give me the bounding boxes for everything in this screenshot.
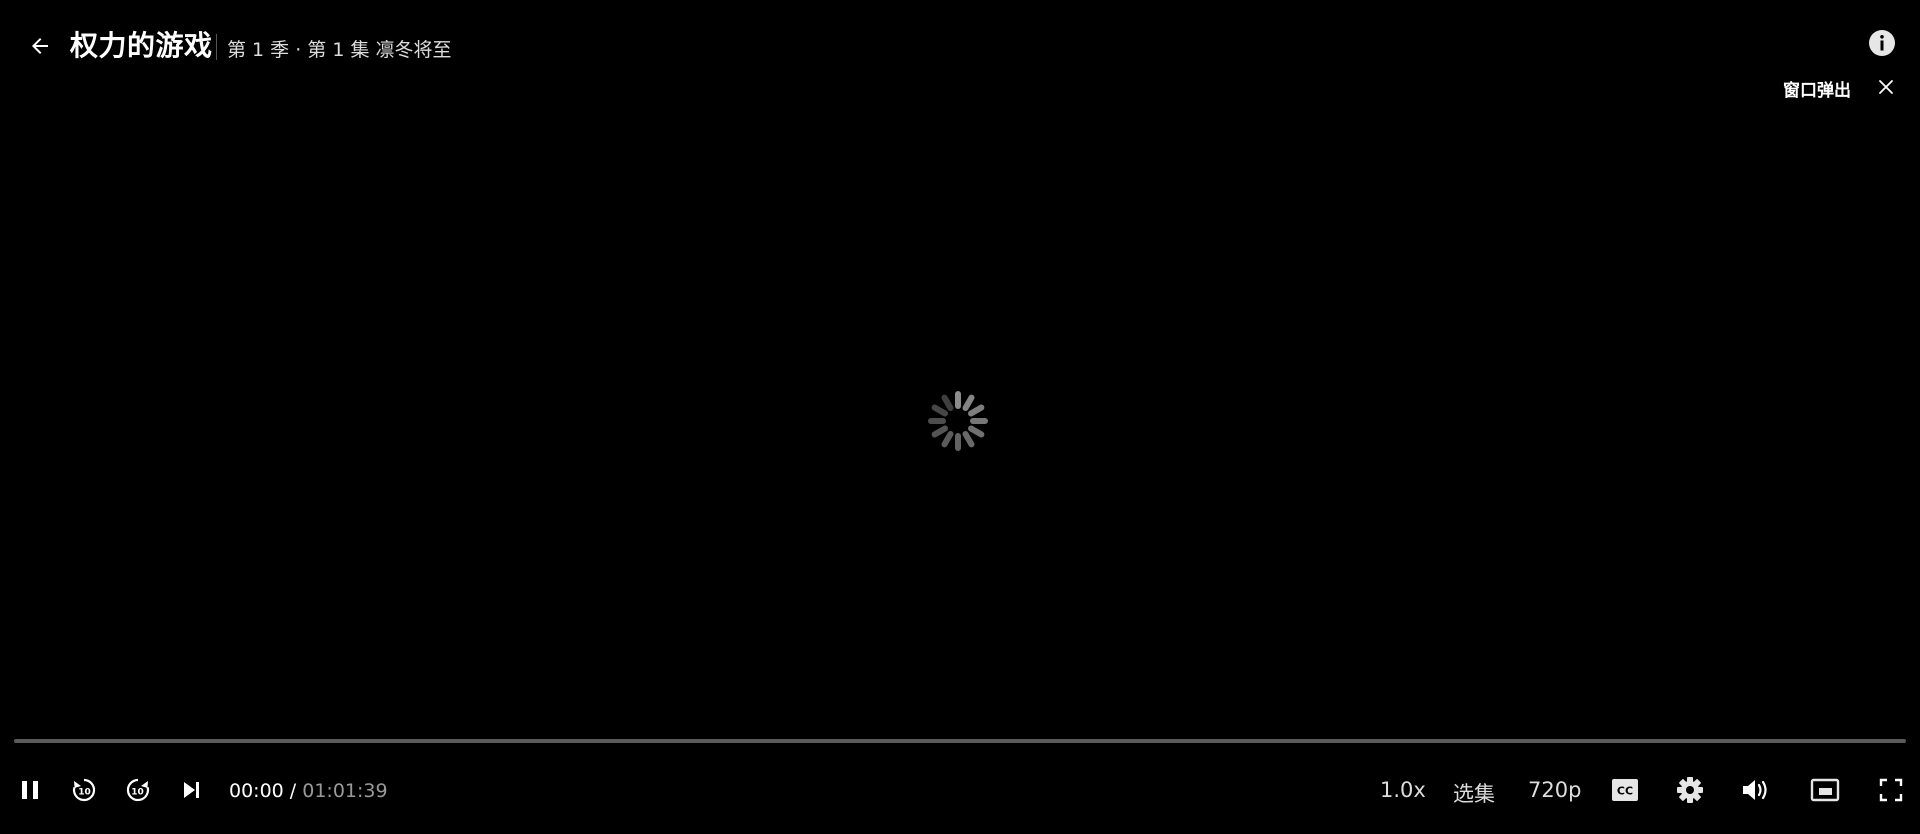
spinner-spoke <box>941 430 954 448</box>
svg-text:10: 10 <box>78 788 91 798</box>
page-title: 权力的游戏 <box>70 29 213 62</box>
speed-button[interactable]: 1.0x <box>1380 778 1426 802</box>
spinner-spoke <box>962 430 975 448</box>
gear-icon <box>1677 777 1703 803</box>
miniplayer-icon <box>1810 778 1840 802</box>
fullscreen-button[interactable] <box>1876 770 1906 810</box>
next-episode-button[interactable] <box>176 770 206 810</box>
pause-button[interactable] <box>14 770 46 810</box>
spinner-spoke <box>962 394 975 412</box>
progress-bar[interactable] <box>14 739 1906 743</box>
video-player[interactable]: 权力的游戏 第 1 季 · 第 1 集 凛冬将至 窗口弹出 10 10 00:0… <box>0 0 1920 834</box>
current-time: 00:00 <box>229 780 284 802</box>
back-button[interactable] <box>22 28 58 64</box>
close-button[interactable] <box>1876 77 1896 97</box>
episode-subtitle: 第 1 季 · 第 1 集 凛冬将至 <box>227 39 452 61</box>
volume-icon <box>1743 780 1767 800</box>
arrow-left-icon <box>32 38 48 54</box>
subtitles-button[interactable]: CC <box>1610 770 1640 810</box>
popout-button[interactable]: 窗口弹出 <box>1783 76 1851 101</box>
pause-icon <box>22 781 38 799</box>
fullscreen-icon <box>1879 778 1903 802</box>
settings-button[interactable] <box>1675 770 1705 810</box>
rewind-10-icon: 10 <box>72 778 96 802</box>
svg-text:CC: CC <box>1617 785 1633 798</box>
forward-10-button[interactable]: 10 <box>122 770 154 810</box>
spinner-spoke <box>931 404 949 417</box>
svg-text:10: 10 <box>131 788 144 798</box>
forward-10-icon: 10 <box>126 778 150 802</box>
next-episode-icon <box>184 782 199 798</box>
spinner-spoke <box>967 404 985 417</box>
close-icon <box>1879 80 1893 94</box>
title-divider <box>216 34 217 60</box>
volume-button[interactable] <box>1740 770 1772 810</box>
miniplayer-button[interactable] <box>1809 770 1841 810</box>
top-bar: 权力的游戏 第 1 季 · 第 1 集 凛冬将至 窗口弹出 <box>0 0 1920 101</box>
spinner-spoke <box>931 425 949 438</box>
loading-spinner-icon <box>928 391 988 451</box>
control-bar: 10 10 00:00 / 01:01:39 1.0x 选集 720p CC <box>0 770 1920 810</box>
quality-button[interactable]: 720p <box>1528 778 1581 802</box>
cc-icon: CC <box>1612 779 1638 801</box>
duration: 01:01:39 <box>302 780 388 802</box>
time-display: 00:00 / 01:01:39 <box>229 780 388 802</box>
spinner-spoke <box>941 394 954 412</box>
spinner-spoke <box>967 425 985 438</box>
time-separator: / <box>283 780 303 802</box>
info-button[interactable] <box>1868 29 1896 57</box>
info-circle-icon <box>1869 30 1895 56</box>
episodes-button[interactable]: 选集 <box>1453 778 1495 808</box>
rewind-10-button[interactable]: 10 <box>68 770 100 810</box>
